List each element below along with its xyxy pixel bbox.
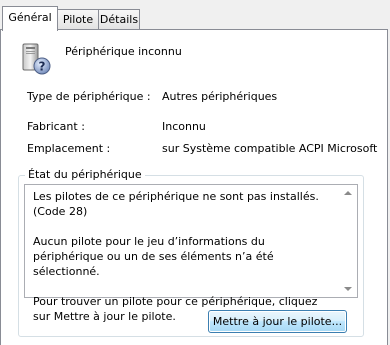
scroll-up-arrow-icon[interactable] — [344, 191, 352, 195]
tab-pilote[interactable]: Pilote — [57, 9, 99, 29]
tab-strip: Général Pilote Détails — [0, 0, 390, 31]
device-type-value: Autres périphériques — [162, 90, 278, 103]
svg-text:?: ? — [39, 60, 46, 74]
manufacturer-label: Fabricant : — [27, 120, 85, 133]
vertical-scrollbar[interactable] — [340, 185, 357, 297]
unknown-device-icon: ? — [22, 43, 51, 75]
device-status-legend: État du périphérique — [25, 168, 145, 181]
tab-details[interactable]: Détails — [98, 9, 140, 29]
device-status-textbox[interactable]: Les pilotes de ce périphérique ne sont p… — [24, 184, 358, 323]
manufacturer-value: Inconnu — [162, 120, 206, 133]
status-paragraph: Aucun pilote pour le jeu d’informations … — [33, 235, 274, 278]
location-label: Emplacement : — [27, 142, 111, 155]
device-name: Périphérique inconnu — [65, 45, 182, 58]
update-driver-button[interactable]: Mettre à jour le pilote... — [208, 310, 347, 333]
tab-general[interactable]: Général — [2, 6, 58, 31]
status-paragraph: Les pilotes de ce périphérique ne sont p… — [33, 190, 319, 218]
location-value: sur Système compatible ACPI Microsoft — [162, 142, 378, 155]
scroll-down-arrow-icon[interactable] — [344, 287, 352, 291]
device-type-label: Type de périphérique : — [27, 90, 151, 103]
